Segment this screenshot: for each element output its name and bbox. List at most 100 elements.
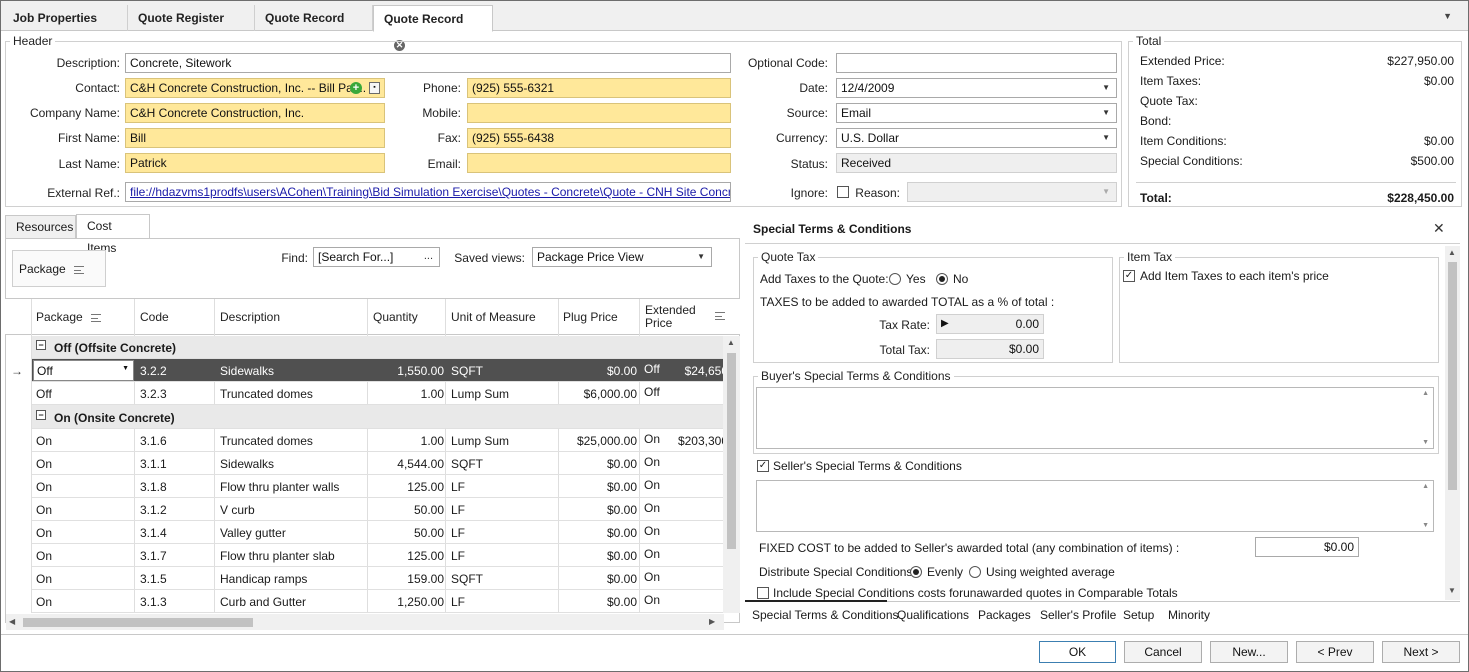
table-row[interactable]: On 3.1.1 Sidewalks 4,544.00 SQFT $0.00 O… — [32, 452, 728, 475]
scroll-down-icon[interactable]: ▼ — [1448, 586, 1456, 595]
distribute-weighted-radio[interactable] — [969, 566, 981, 578]
group-row-on[interactable]: − On (Onsite Concrete) — [32, 405, 728, 429]
next-button[interactable]: Next > — [1382, 641, 1460, 663]
grid-horizontal-scrollbar[interactable]: ◀ ▶ — [6, 614, 724, 630]
table-row[interactable]: On 3.1.3 Curb and Gutter 1,250.00 LF $0.… — [32, 590, 728, 613]
date-picker[interactable]: 12/4/2009 ▼ — [836, 78, 1117, 98]
mobile-input[interactable] — [467, 103, 731, 123]
chevron-down-icon[interactable]: ▼ — [1102, 183, 1110, 201]
tab-packages[interactable]: Packages — [978, 608, 1031, 622]
optional-code-input[interactable] — [836, 53, 1117, 73]
scroll-right-icon[interactable]: ▶ — [709, 617, 715, 626]
tab-resources[interactable]: Resources — [5, 215, 76, 239]
tab-quote-record-active[interactable]: Quote Record✕ — [373, 5, 493, 52]
tab-sellers-profile[interactable]: Seller's Profile — [1040, 608, 1116, 622]
add-taxes-label: Add Taxes to the Quote: — [760, 272, 889, 286]
scroll-down-icon[interactable]: ▼ — [1422, 439, 1429, 446]
new-button[interactable]: New... — [1210, 641, 1288, 663]
reason-select[interactable]: ▼ — [907, 182, 1117, 202]
scroll-thumb[interactable] — [23, 618, 253, 627]
more-icon[interactable]: ... — [424, 248, 433, 265]
add-contact-icon[interactable]: + — [350, 82, 362, 94]
last-name-input[interactable]: Patrick — [125, 153, 385, 173]
table-row[interactable]: On 3.1.8 Flow thru planter walls 125.00 … — [32, 475, 728, 498]
chevron-down-icon[interactable]: ▼ — [1102, 129, 1110, 147]
add-item-taxes-checkbox[interactable]: ✓ — [1123, 270, 1135, 282]
tab-special-terms[interactable]: Special Terms & Conditions — [752, 608, 899, 622]
prev-button[interactable]: < Prev — [1296, 641, 1374, 663]
scroll-up-icon[interactable]: ▲ — [1422, 390, 1429, 397]
buyers-terms-textarea[interactable]: ▲ ▼ — [756, 387, 1434, 449]
saved-views-select[interactable]: Package Price View ▼ — [532, 247, 712, 267]
chevron-down-icon[interactable]: ▼ — [122, 365, 129, 372]
total-tax-label: Total Tax: — [879, 343, 930, 357]
tax-rate-input[interactable]: ▶ 0.00 — [936, 314, 1044, 334]
tab-quote-record[interactable]: Quote Record — [255, 5, 373, 31]
collapse-icon[interactable]: − — [36, 410, 46, 420]
fax-input[interactable]: (925) 555-6438 — [467, 128, 731, 148]
source-select[interactable]: Email ▼ — [836, 103, 1117, 123]
column-header-package[interactable]: Package — [36, 310, 101, 324]
fixed-cost-input[interactable]: $0.00 — [1255, 537, 1359, 557]
table-row[interactable]: On 3.1.5 Handicap ramps 159.00 SQFT $0.0… — [32, 567, 728, 590]
external-ref-link[interactable]: file://hdazvms1prodfs\users\ACohen\Train… — [125, 182, 731, 202]
add-taxes-yes-radio[interactable] — [889, 273, 901, 285]
tab-qualifications[interactable]: Qualifications — [897, 608, 969, 622]
ok-button[interactable]: OK — [1039, 641, 1116, 663]
phone-input[interactable]: (925) 555-6321 — [467, 78, 731, 98]
group-by-package-chip[interactable]: Package — [12, 250, 106, 287]
scroll-up-icon[interactable]: ▲ — [1422, 483, 1429, 490]
column-header-extended-price[interactable]: Extended Price — [645, 304, 725, 330]
sellers-terms-checkbox[interactable]: ✓ — [757, 460, 769, 472]
cell-value: Off — [37, 364, 53, 378]
column-header-uom[interactable]: Unit of Measure — [451, 310, 536, 324]
table-row[interactable]: Off ▼ 3.2.2 Sidewalks 1,550.00 SQFT $0.00… — [32, 359, 728, 382]
first-name-input[interactable]: Bill — [125, 128, 385, 148]
cancel-button[interactable]: Cancel — [1124, 641, 1202, 663]
tab-quote-register[interactable]: Quote Register — [128, 5, 255, 31]
scroll-thumb[interactable] — [1448, 262, 1457, 490]
scroll-up-icon[interactable]: ▲ — [1448, 248, 1456, 257]
column-header-description[interactable]: Description — [220, 310, 280, 324]
scroll-thumb[interactable] — [727, 353, 736, 549]
contact-input[interactable]: C&H Concrete Construction, Inc. -- Bill … — [125, 78, 385, 98]
tab-setup[interactable]: Setup — [1123, 608, 1154, 622]
chevron-down-icon[interactable]: ▼ — [1102, 79, 1110, 97]
column-header-plug-price[interactable]: Plug Price — [563, 310, 618, 324]
include-unawarded-checkbox[interactable] — [757, 587, 769, 599]
find-input[interactable]: [Search For...]... — [313, 247, 440, 267]
contact-card-icon[interactable]: ▪ — [369, 82, 380, 94]
quantity-cell: 4,544.00 — [397, 457, 444, 471]
table-row[interactable]: On 3.1.4 Valley gutter 50.00 LF $0.00 On — [32, 521, 728, 544]
column-header-code[interactable]: Code — [140, 310, 169, 324]
ignore-checkbox[interactable] — [837, 186, 849, 198]
description-input[interactable]: Concrete, Sitework — [125, 53, 731, 73]
table-row[interactable]: On 3.1.2 V curb 50.00 LF $0.00 On — [32, 498, 728, 521]
currency-select[interactable]: U.S. Dollar ▼ — [836, 128, 1117, 148]
collapse-icon[interactable]: − — [36, 340, 46, 350]
tab-job-properties[interactable]: Job Properties — [3, 5, 128, 31]
distribute-evenly-radio[interactable] — [910, 566, 922, 578]
scroll-down-icon[interactable]: ▼ — [1422, 522, 1429, 529]
package-cell-editor[interactable]: Off ▼ — [33, 360, 134, 381]
company-input[interactable]: C&H Concrete Construction, Inc. — [125, 103, 385, 123]
terms-vertical-scrollbar[interactable]: ▲ ▼ — [1445, 246, 1460, 600]
scroll-left-icon[interactable]: ◀ — [9, 617, 15, 626]
contact-value: C&H Concrete Construction, Inc. -- Bill … — [130, 81, 367, 95]
table-row[interactable]: On 3.1.6 Truncated domes 1.00 Lump Sum $… — [32, 429, 728, 452]
table-row[interactable]: Off 3.2.3 Truncated domes 1.00 Lump Sum … — [32, 382, 728, 405]
email-input[interactable] — [467, 153, 731, 173]
sellers-terms-textarea[interactable]: ▲ ▼ — [756, 480, 1434, 532]
group-row-off[interactable]: − Off (Offsite Concrete) — [32, 336, 728, 359]
close-icon[interactable]: ✕ — [1433, 220, 1445, 237]
grid-vertical-scrollbar[interactable]: ▲ — [723, 336, 740, 613]
column-header-quantity[interactable]: Quantity — [373, 310, 418, 324]
chevron-down-icon[interactable]: ▼ — [1443, 11, 1452, 21]
tab-minority[interactable]: Minority — [1168, 608, 1210, 622]
chevron-down-icon[interactable]: ▼ — [697, 248, 705, 266]
scroll-up-icon[interactable]: ▲ — [727, 338, 735, 347]
table-row[interactable]: On 3.1.7 Flow thru planter slab 125.00 L… — [32, 544, 728, 567]
chevron-down-icon[interactable]: ▼ — [1102, 104, 1110, 122]
add-taxes-no-radio[interactable] — [936, 273, 948, 285]
tab-cost-items[interactable]: Cost Items — [76, 214, 150, 255]
